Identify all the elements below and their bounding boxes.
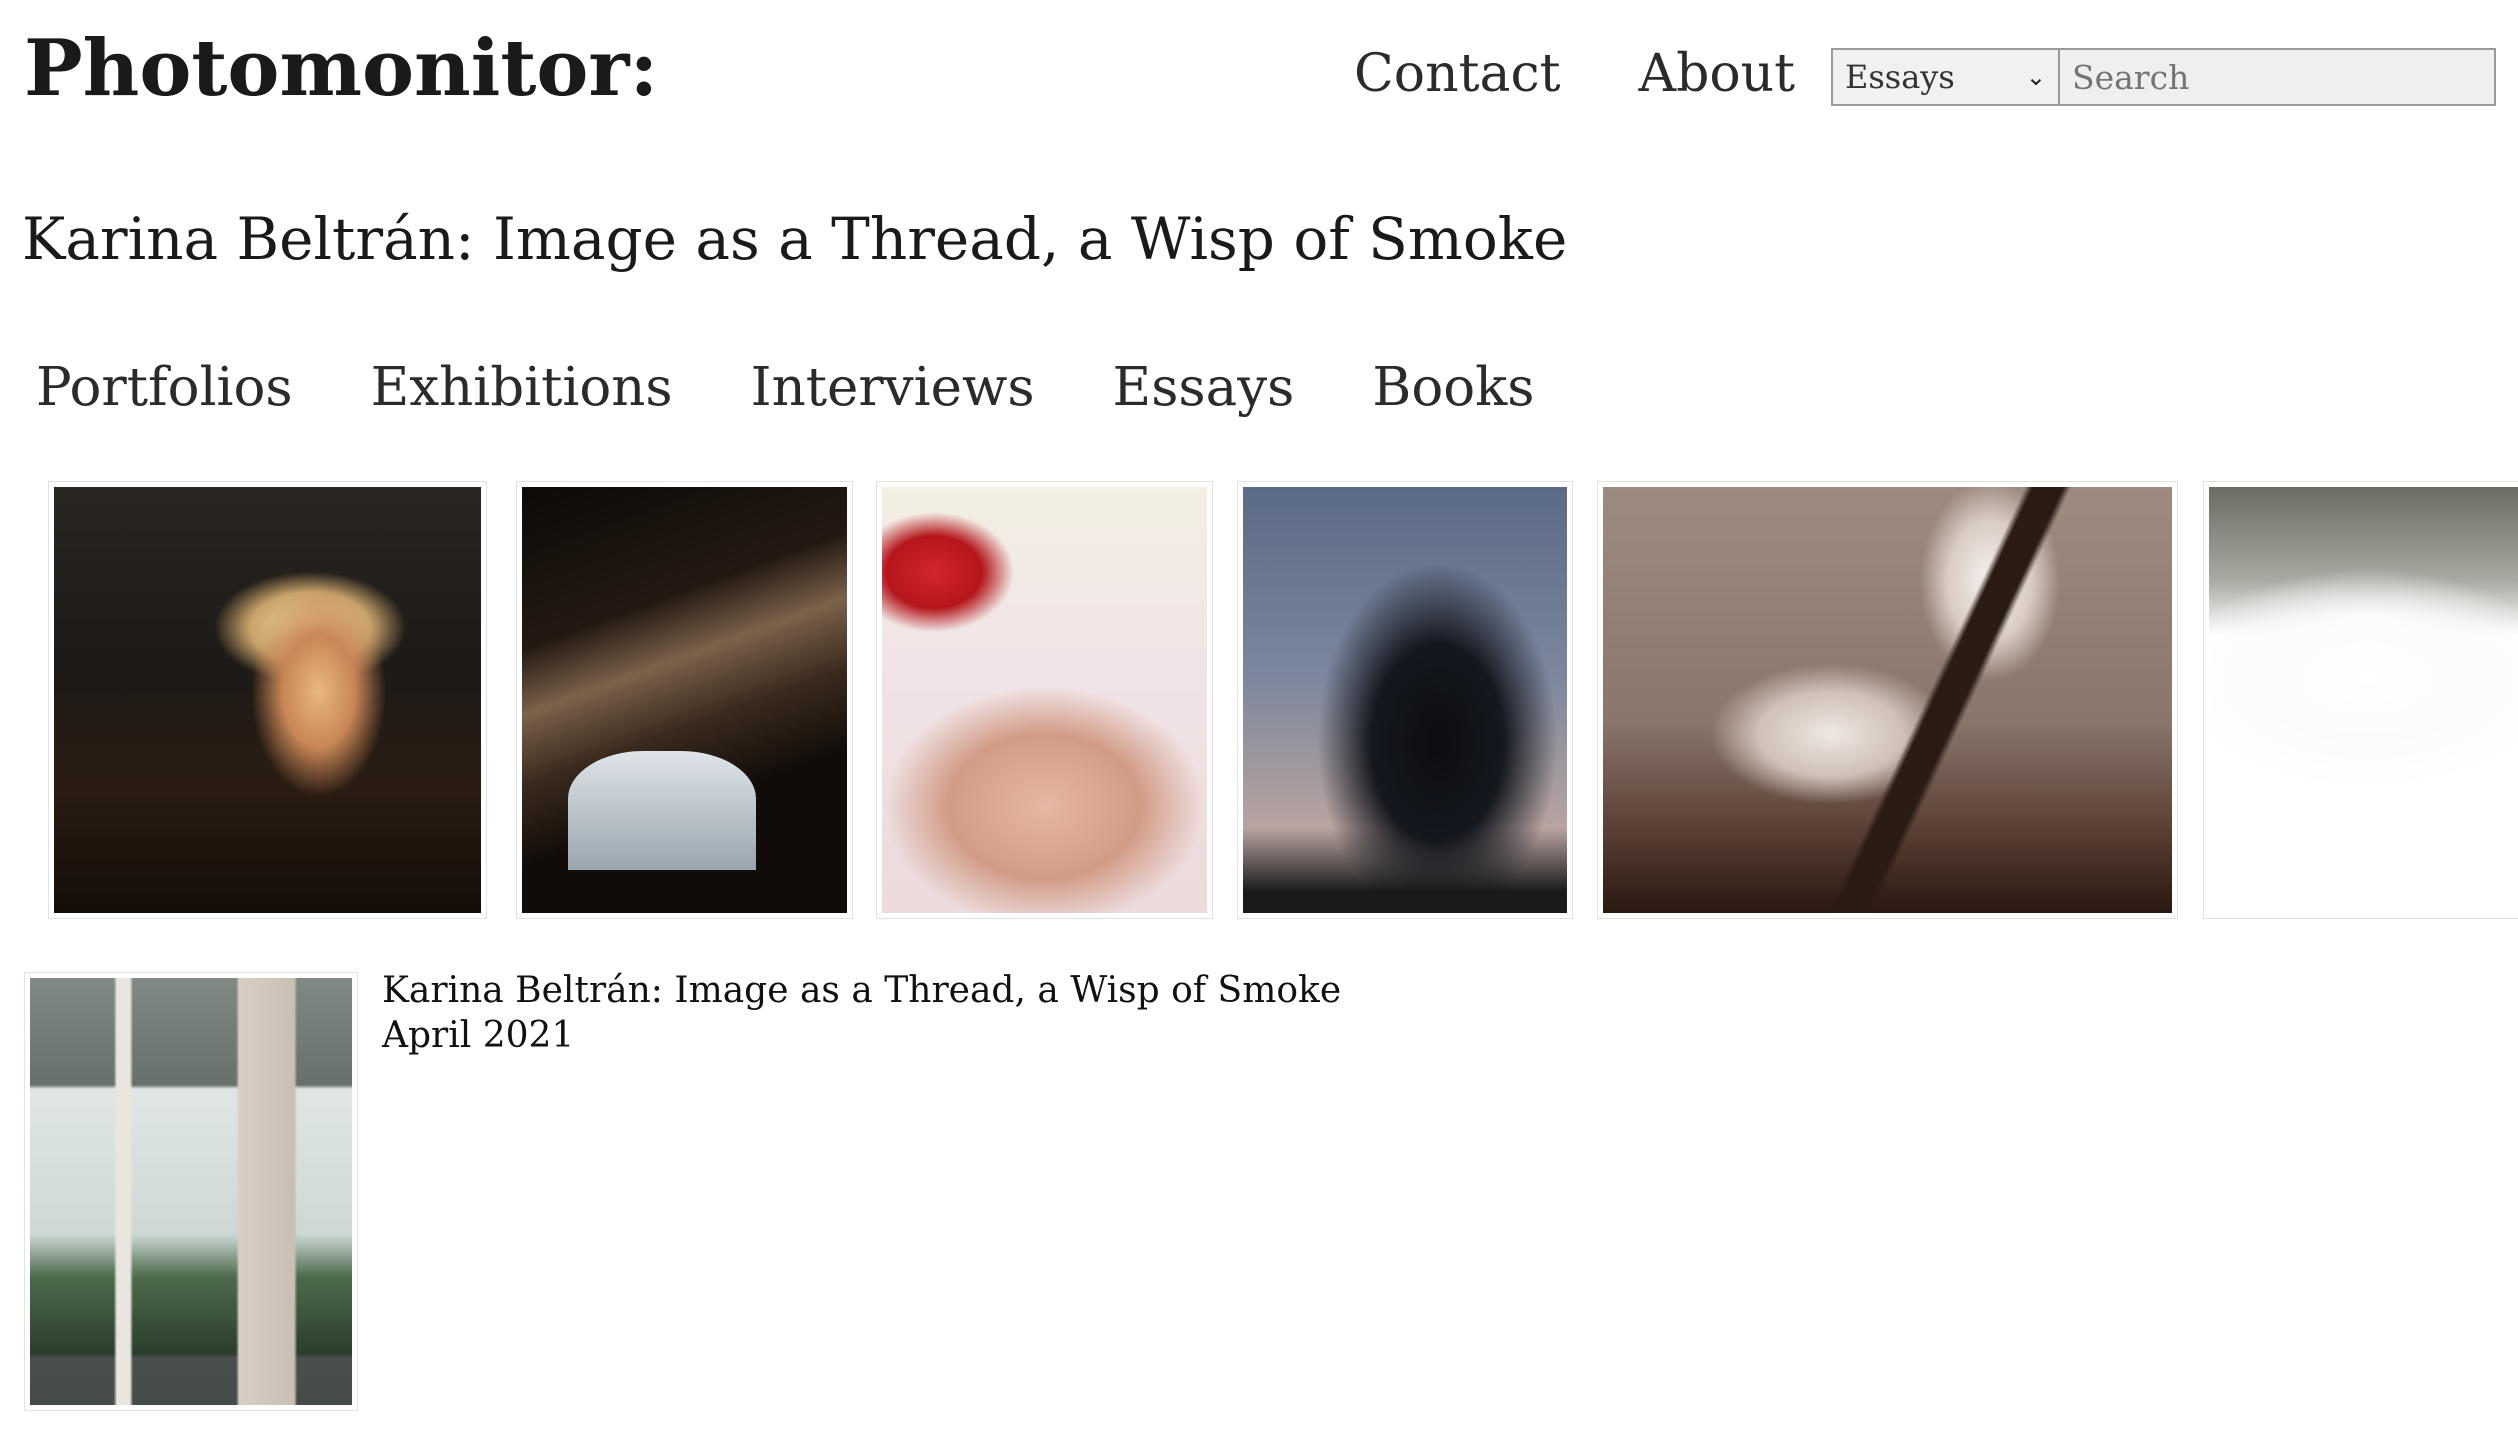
gallery-thumbnail-1[interactable] — [48, 481, 487, 919]
category-books-link[interactable]: Books — [1372, 357, 1534, 419]
feature-date: April 2021 — [382, 1015, 575, 1056]
category-select[interactable]: Essays ⌄ — [1831, 48, 2060, 106]
gallery-thumbnail-3[interactable] — [876, 481, 1213, 919]
photo-sunlit-cushions — [1603, 487, 2172, 913]
chevron-down-icon: ⌄ — [2025, 63, 2046, 91]
feature-caption: Karina Beltrán: Image as a Thread, a Wis… — [382, 968, 1341, 1058]
category-select-value: Essays — [1845, 58, 1955, 96]
search-input[interactable] — [2060, 48, 2496, 106]
photo-overexposed-light — [2209, 487, 2518, 913]
gallery-thumbnail-5[interactable] — [1597, 481, 2178, 919]
category-exhibitions-link[interactable]: Exhibitions — [371, 357, 673, 419]
nav-contact-link[interactable]: Contact — [1354, 45, 1561, 103]
category-portfolios-link[interactable]: Portfolios — [36, 357, 293, 419]
site-logo[interactable]: Photomonitor: — [24, 26, 658, 112]
feature-thumbnail[interactable] — [24, 972, 358, 1411]
photo-woman-night-city — [54, 487, 481, 913]
photo-mirror-dark-room — [522, 487, 847, 913]
category-nav: Portfolios Exhibitions Interviews Essays… — [36, 357, 1534, 419]
photo-red-hair-clip-shirt — [882, 487, 1207, 913]
gallery-thumbnail-2[interactable] — [516, 481, 853, 919]
nav-about-link[interactable]: About — [1639, 45, 1796, 103]
gallery-thumbnail-6[interactable] — [2203, 481, 2518, 919]
category-interviews-link[interactable]: Interviews — [751, 357, 1035, 419]
photo-tree-silhouette-dusk — [1243, 487, 1567, 913]
category-essays-link[interactable]: Essays — [1113, 357, 1295, 419]
photo-window-curtains — [30, 978, 352, 1405]
feature-title-link[interactable]: Karina Beltrán: Image as a Thread, a Wis… — [382, 968, 1341, 1013]
page-title: Karina Beltrán: Image as a Thread, a Wis… — [22, 205, 1568, 273]
search-bar: Essays ⌄ — [1831, 48, 2496, 106]
top-nav: Contact About — [1354, 45, 1796, 103]
gallery-thumbnail-4[interactable] — [1237, 481, 1573, 919]
